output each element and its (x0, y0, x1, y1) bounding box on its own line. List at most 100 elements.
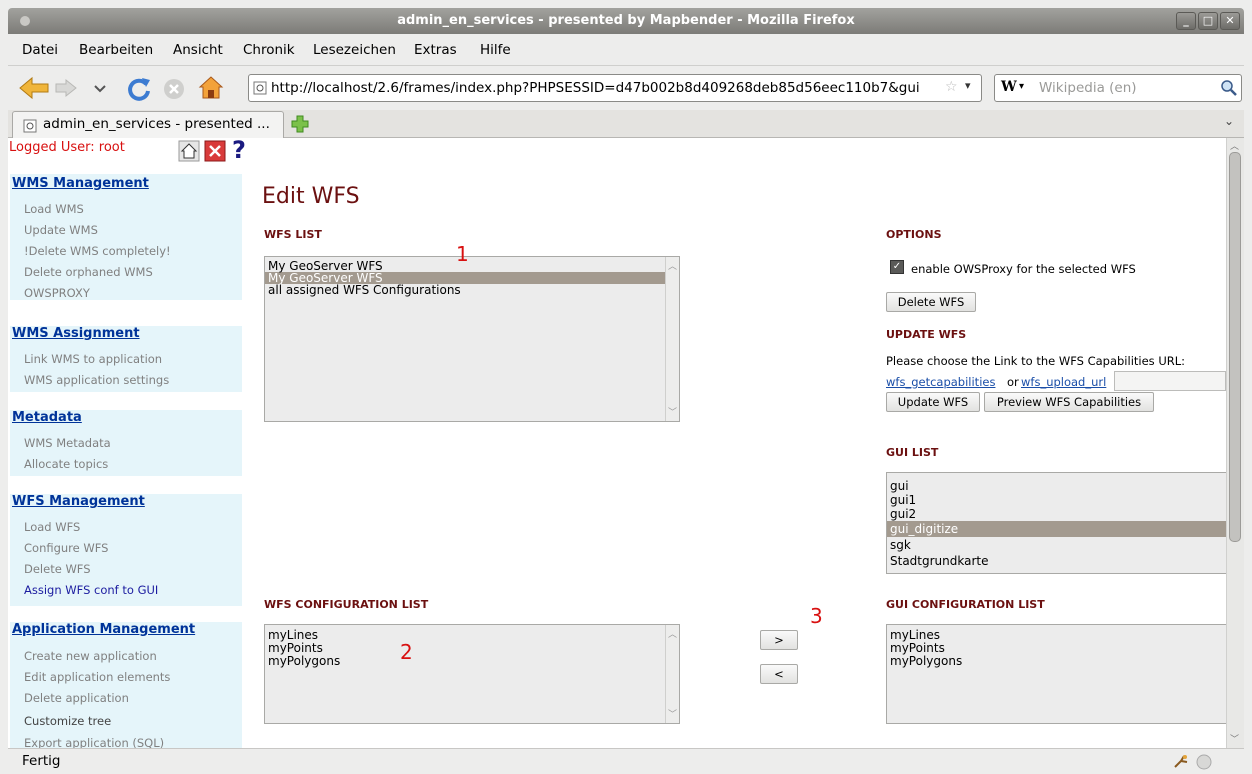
stop-icon[interactable] (163, 78, 185, 100)
update-wfs-button[interactable]: Update WFS (886, 392, 980, 412)
gui-list-option[interactable]: gui (887, 479, 1226, 493)
bookmark-star-icon[interactable]: ☆ (945, 79, 958, 95)
menu-hilfe[interactable]: Hilfe (480, 41, 511, 59)
sidebar-item-owsproxy[interactable]: OWSPROXY (24, 286, 90, 300)
gui-list-label: GUI LIST (886, 446, 939, 459)
url-dropdown-icon[interactable]: ▾ (965, 79, 971, 92)
or-label: or (1007, 375, 1019, 389)
owsproxy-checkbox[interactable]: ✓ (890, 260, 904, 274)
menu-chronik[interactable]: Chronik (243, 41, 295, 59)
owsproxy-checkbox-label: enable OWSProxy for the selected WFS (911, 262, 1136, 276)
status-bar: Fertig (8, 748, 1244, 774)
status-text: Fertig (22, 753, 61, 769)
logout-button[interactable] (204, 140, 226, 162)
home-button[interactable] (178, 140, 200, 162)
sidebar-heading-application-management[interactable]: Application Management (12, 622, 195, 637)
wfs-list-option[interactable]: all assigned WFS Configurations (265, 284, 665, 296)
sidebar-item-delete-application[interactable]: Delete application (24, 691, 129, 705)
window-title: admin_en_services - presented by Mapbend… (397, 13, 855, 28)
page-scrollbar-thumb[interactable] (1229, 152, 1241, 542)
sidebar-item-configure-wfs[interactable]: Configure WFS (24, 541, 108, 555)
back-icon[interactable] (18, 76, 50, 100)
site-identity-icon[interactable] (253, 81, 267, 95)
url-bar[interactable]: http://localhost/2.6/frames/index.php?PH… (248, 74, 982, 102)
gui-list-option[interactable]: gui2 (887, 507, 1226, 521)
delete-wfs-button[interactable]: Delete WFS (886, 292, 976, 312)
sidebar-item-link-wms-to-application[interactable]: Link WMS to application (24, 352, 162, 366)
gui-list-option[interactable]: Stadtgrundkarte (887, 553, 1226, 569)
sidebar-item-update-wms[interactable]: Update WMS (24, 223, 98, 237)
tab-active[interactable]: admin_en_services - presented ... (12, 111, 284, 138)
sidebar-item-customize-tree[interactable]: Customize tree (24, 714, 111, 728)
wfs-list-scrollbar[interactable]: ︿ ﹀ (665, 257, 679, 421)
wfs-configuration-list-scrollbar[interactable]: ︿ ﹀ (665, 625, 679, 723)
history-dropdown-icon[interactable] (94, 84, 106, 94)
sidebar-item-export-application-sql[interactable]: Export application (SQL) (24, 736, 164, 748)
scroll-up-icon[interactable]: ︿ (1230, 139, 1239, 152)
sidebar-item-wms-application-settings[interactable]: WMS application settings (24, 373, 169, 387)
wfs-getcapabilities-link[interactable]: wfs_getcapabilities (886, 375, 995, 389)
search-icon[interactable] (1221, 80, 1237, 96)
sidebar-item-assign-wfs-conf-to-gui[interactable]: Assign WFS conf to GUI (24, 583, 158, 597)
reload-icon[interactable] (126, 76, 152, 102)
sidebar-item-create-new-application[interactable]: Create new application (24, 649, 157, 663)
sidebar-item-delete-orphaned-wms[interactable]: Delete orphaned WMS (24, 265, 153, 279)
update-wfs-label: UPDATE WFS (886, 328, 967, 341)
sidebar-heading-wfs-management[interactable]: WFS Management (12, 494, 145, 509)
wfs-upload-url-link[interactable]: wfs_upload_url (1021, 375, 1106, 389)
scroll-down-icon[interactable]: ﹀ (1230, 732, 1239, 745)
title-bar: admin_en_services - presented by Mapbend… (8, 8, 1244, 34)
sidebar-item-load-wfs[interactable]: Load WFS (24, 520, 80, 534)
close-window-button[interactable]: ✕ (1220, 12, 1240, 30)
addon-icon[interactable] (1172, 754, 1190, 770)
move-right-button[interactable]: > (760, 630, 798, 650)
menu-bearbeiten[interactable]: Bearbeiten (79, 41, 153, 59)
sidebar-item-allocate-topics[interactable]: Allocate topics (24, 457, 108, 471)
search-engine-icon[interactable]: W (1001, 79, 1017, 95)
sidebar-section-wms-assignment: WMS Assignment Link WMS to application W… (10, 326, 242, 392)
tab-list-dropdown-icon[interactable]: ⌄ (1224, 114, 1234, 128)
sidebar-heading-wms-assignment[interactable]: WMS Assignment (12, 326, 140, 341)
gui-list-option-selected[interactable]: gui_digitize (887, 521, 1226, 537)
gui-configuration-option[interactable]: myPolygons (887, 655, 1226, 668)
new-tab-icon[interactable] (290, 114, 310, 134)
sidebar-item-load-wms[interactable]: Load WMS (24, 202, 84, 216)
sidebar-heading-metadata[interactable]: Metadata (12, 410, 82, 425)
sidebar-heading-wms-management[interactable]: WMS Management (12, 176, 149, 191)
home-icon[interactable] (198, 75, 224, 101)
sidebar-section-wfs-management: WFS Management Load WFS Configure WFS De… (10, 494, 242, 606)
sidebar-item-delete-wfs[interactable]: Delete WFS (24, 562, 91, 576)
search-engine-dropdown-icon[interactable]: ▾ (1019, 81, 1024, 92)
gui-configuration-list[interactable]: myLines myPoints myPolygons (886, 624, 1226, 724)
update-wfs-prompt: Please choose the Link to the WFS Capabi… (886, 354, 1186, 368)
gui-list-option[interactable]: gui1 (887, 493, 1226, 507)
menu-ansicht[interactable]: Ansicht (173, 41, 223, 59)
sidebar-item-delete-wms-completely[interactable]: !Delete WMS completely! (24, 244, 171, 258)
help-button[interactable]: ? (232, 138, 246, 164)
gui-list-option[interactable]: sgk (887, 537, 1226, 553)
maximize-button[interactable]: □ (1198, 12, 1218, 30)
page-content: Logged User: root ? WMS Management Load … (8, 138, 1226, 748)
wfs-list[interactable]: My GeoServer WFS My GeoServer WFS all as… (264, 256, 680, 422)
sidebar-item-edit-application-elements[interactable]: Edit application elements (24, 670, 170, 684)
wfs-url-input[interactable] (1114, 371, 1226, 391)
menu-datei[interactable]: Datei (22, 41, 58, 59)
menu-extras[interactable]: Extras (414, 41, 457, 59)
minimize-button[interactable]: _ (1176, 12, 1196, 30)
menu-lesezeichen[interactable]: Lesezeichen (313, 41, 396, 59)
sidebar-item-wms-metadata[interactable]: WMS Metadata (24, 436, 111, 450)
preview-wfs-capabilities-button[interactable]: Preview WFS Capabilities (984, 392, 1154, 412)
wfs-configuration-list[interactable]: myLines myPoints myPolygons ︿ ﹀ (264, 624, 680, 724)
page-title: Edit WFS (262, 184, 360, 209)
gui-list[interactable]: gui gui1 gui2 gui_digitize sgk Stadtgrun… (886, 472, 1226, 574)
wfs-configuration-option[interactable]: myPolygons (265, 655, 665, 668)
options-label: OPTIONS (886, 228, 942, 241)
annotation-3: 3 (810, 604, 823, 628)
url-text[interactable]: http://localhost/2.6/frames/index.php?PH… (271, 75, 941, 101)
wfs-configuration-list-label: WFS CONFIGURATION LIST (264, 598, 429, 611)
forward-icon[interactable] (54, 78, 78, 98)
search-bar[interactable]: W ▾ Wikipedia (en) (994, 74, 1242, 102)
annotation-2: 2 (400, 640, 413, 664)
wfs-configuration-option[interactable]: myLines (265, 629, 665, 642)
move-left-button[interactable]: < (760, 664, 798, 684)
